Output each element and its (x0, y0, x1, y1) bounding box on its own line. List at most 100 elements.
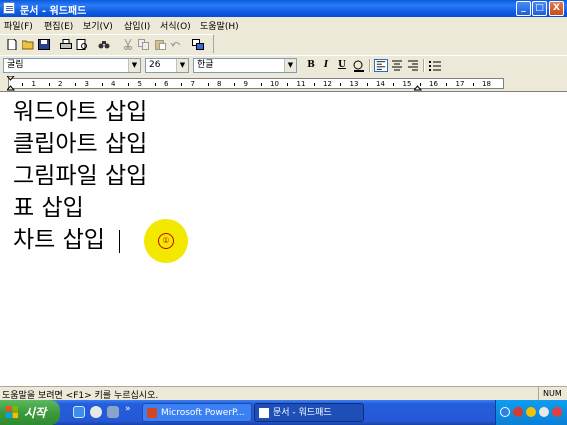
taskbar-item-powerpoint[interactable]: Microsoft PowerP... (142, 403, 252, 422)
ruler-number: 1 (31, 80, 36, 88)
script-select[interactable]: 한글 ▼ (193, 58, 297, 73)
ruler-number: 6 (164, 80, 169, 88)
ruler-tick (234, 83, 236, 86)
copy-icon[interactable] (138, 39, 150, 50)
align-left-icon[interactable] (374, 59, 388, 72)
print-preview-icon[interactable] (76, 39, 88, 50)
bold-button[interactable]: B (304, 59, 318, 72)
format-bar: 굴림 ▼ 26 ▼ 한글 ▼ B I U (0, 55, 567, 74)
ruler-number: 3 (84, 80, 89, 88)
tray-nav-icon[interactable] (500, 407, 510, 417)
tray-ime-icon[interactable] (513, 407, 523, 417)
menu-format[interactable]: 서식(O) (160, 19, 191, 32)
tray-volume-icon[interactable] (539, 407, 549, 417)
ruler-number: 5 (137, 80, 142, 88)
menu-file[interactable]: 파일(F) (4, 19, 33, 32)
ruler-number: 7 (190, 80, 195, 88)
num-lock-indicator: NUM (538, 387, 567, 400)
menu-help[interactable]: 도움말(H) (200, 19, 239, 32)
ruler-tick (22, 83, 24, 86)
insert-object-icon[interactable] (192, 39, 204, 50)
ruler-number: 14 (376, 80, 385, 88)
taskbar: 시작 » Microsoft PowerP... 문서 - 워드패드 (0, 400, 567, 425)
ruler-number: 17 (455, 80, 465, 88)
ie-icon[interactable] (73, 406, 85, 418)
system-tray (495, 400, 567, 425)
tray-security-icon[interactable] (552, 407, 562, 417)
chevron-down-icon[interactable]: ▼ (176, 59, 188, 72)
chevron-down-icon[interactable]: ▼ (284, 59, 296, 72)
menu-view[interactable]: 보기(V) (83, 19, 113, 32)
wordpad-window: 문서 - 워드패드 _ □ X 파일(F) 편집(E) 보기(V) 삽입(I) … (0, 0, 567, 401)
start-label: 시작 (24, 406, 47, 420)
ruler-tick (75, 83, 77, 86)
ruler-number: 15 (402, 80, 412, 88)
show-desktop-icon[interactable] (107, 406, 119, 418)
wordpad-icon (259, 408, 269, 418)
align-right-icon[interactable] (406, 59, 420, 72)
tray-network-icon[interactable] (526, 407, 536, 417)
ruler[interactable]: 1 2 3 4 5 6 7 8 9 10 11 12 13 14 15 16 17 18 (0, 76, 567, 91)
toolbar-separator (369, 59, 371, 72)
print-icon[interactable] (60, 39, 72, 50)
indent-marker-icon[interactable] (7, 76, 15, 91)
document-line: 클립아트 삽입 (13, 131, 148, 157)
close-button[interactable]: X (549, 1, 564, 16)
right-indent-marker-icon[interactable] (414, 83, 422, 91)
ruler-number: 4 (111, 80, 116, 88)
ruler-number: 8 (217, 80, 222, 88)
text-caret (119, 230, 120, 253)
media-icon[interactable] (90, 406, 102, 418)
font-size-value: 26 (149, 60, 161, 70)
standard-toolbar (0, 34, 214, 53)
font-size-select[interactable]: 26 ▼ (145, 58, 189, 73)
ruler-tick (340, 83, 342, 86)
ruler-number: 12 (323, 80, 332, 88)
save-icon[interactable] (38, 39, 50, 50)
document-line: 표 삽입 (13, 195, 84, 221)
ime-mode-indicator: ① (144, 219, 188, 263)
minimize-button[interactable]: _ (516, 1, 531, 16)
ruler-tick (154, 83, 156, 86)
task-label: Microsoft PowerP... (161, 408, 245, 418)
new-icon[interactable] (6, 39, 18, 50)
start-button[interactable]: 시작 (0, 400, 60, 425)
powerpoint-icon (147, 408, 157, 418)
title-bar[interactable]: 문서 - 워드패드 _ □ X (0, 0, 567, 17)
ruler-track: 1 2 3 4 5 6 7 8 9 10 11 12 13 14 15 16 17 18 (8, 78, 504, 89)
align-center-icon[interactable] (390, 59, 404, 72)
undo-icon[interactable] (170, 39, 182, 50)
italic-button[interactable]: I (319, 59, 333, 72)
ruler-tick (366, 83, 368, 86)
menu-bar: 파일(F) 편집(E) 보기(V) 삽입(I) 서식(O) 도움말(H) (0, 17, 567, 33)
underline-button[interactable]: U (335, 59, 349, 72)
quicklaunch-chevron-icon[interactable]: » (125, 404, 131, 414)
bullets-icon[interactable] (428, 59, 442, 72)
document-area[interactable]: 워드아트 삽입 클립아트 삽입 그림파일 삽입 표 삽입 차트 삽입 ① (0, 91, 567, 386)
ruler-tick (472, 83, 474, 86)
find-icon[interactable] (98, 39, 110, 50)
document-line: 차트 삽입 (13, 227, 105, 253)
task-label: 문서 - 워드패드 (273, 408, 332, 418)
menu-insert[interactable]: 삽입(I) (124, 19, 150, 32)
window-title: 문서 - 워드패드 (20, 6, 87, 17)
document-line: 그림파일 삽입 (13, 163, 148, 189)
taskbar-item-wordpad[interactable]: 문서 - 워드패드 (254, 403, 364, 422)
ruler-tick (207, 83, 209, 86)
ruler-tick (393, 83, 395, 86)
ruler-number: 2 (58, 80, 63, 88)
menu-edit[interactable]: 편집(E) (44, 19, 73, 32)
font-name-select[interactable]: 굴림 ▼ (3, 58, 141, 73)
maximize-button[interactable]: □ (532, 1, 547, 16)
chevron-down-icon[interactable]: ▼ (128, 59, 140, 72)
wordpad-app-icon[interactable] (3, 2, 15, 14)
document-line: 워드아트 삽입 (13, 99, 148, 125)
script-value: 한글 (197, 60, 214, 70)
ruler-tick (313, 83, 315, 86)
ruler-number: 9 (243, 80, 248, 88)
paste-icon[interactable] (154, 39, 166, 50)
ruler-tick (287, 83, 289, 86)
color-icon[interactable] (352, 59, 366, 72)
open-icon[interactable] (22, 39, 34, 50)
cut-icon[interactable] (122, 39, 134, 50)
